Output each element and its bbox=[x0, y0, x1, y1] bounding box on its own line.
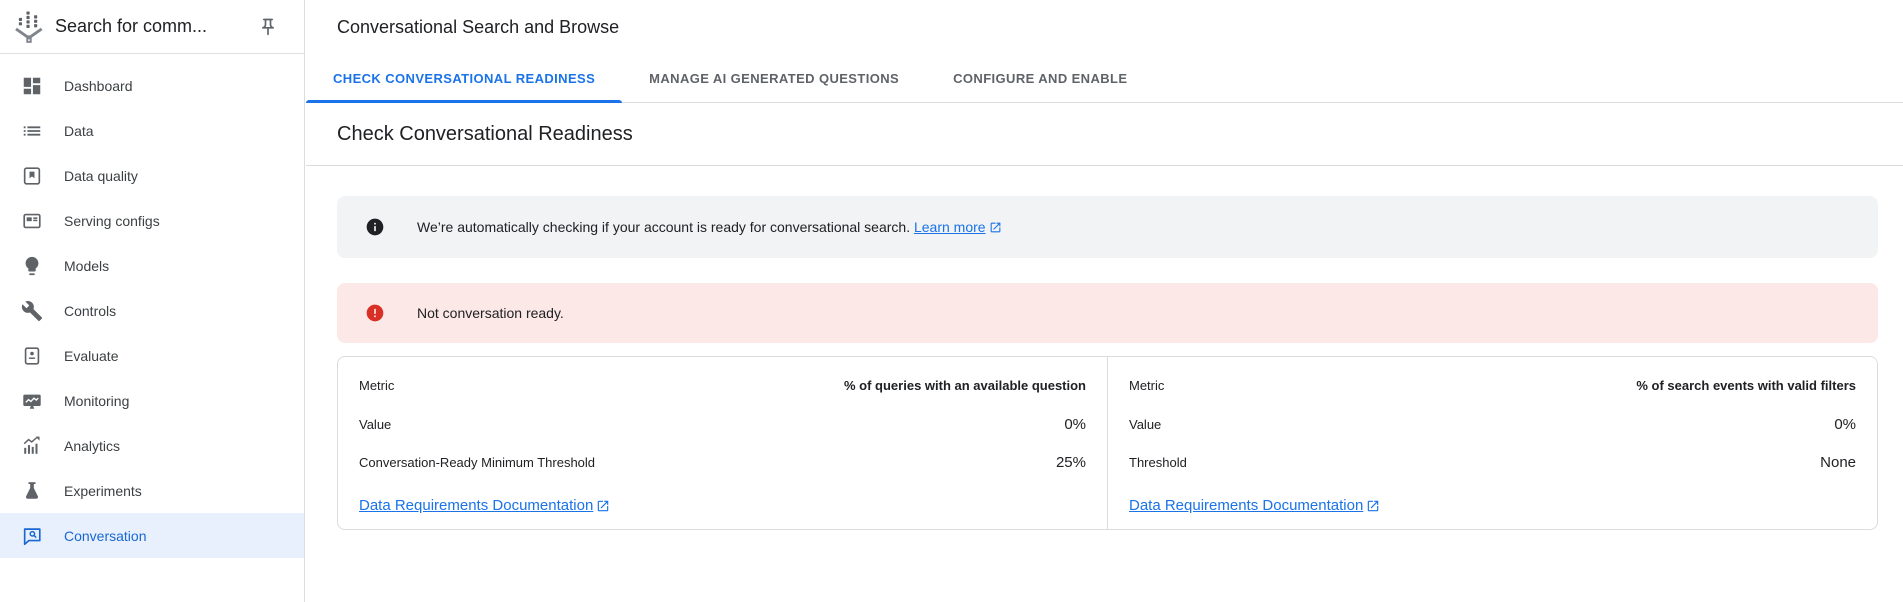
table-row: Threshold None bbox=[1129, 454, 1856, 492]
lightbulb-icon bbox=[20, 254, 44, 278]
sidebar-item-serving-configs[interactable]: Serving configs bbox=[0, 198, 304, 243]
info-banner-text: We’re automatically checking if your acc… bbox=[417, 219, 1002, 235]
info-icon bbox=[365, 217, 385, 237]
sidebar-item-experiments[interactable]: Experiments bbox=[0, 468, 304, 513]
metric-value: 0% bbox=[1834, 416, 1856, 433]
tab-check-conversational-readiness[interactable]: CHECK CONVERSATIONAL READINESS bbox=[306, 54, 622, 102]
section-heading: Check Conversational Readiness bbox=[337, 123, 633, 146]
sidebar-item-label: Conversation bbox=[64, 528, 147, 544]
data-requirements-doc-link[interactable]: Data Requirements Documentation bbox=[359, 497, 610, 514]
tab-configure-and-enable[interactable]: CONFIGURE AND ENABLE bbox=[926, 54, 1154, 102]
doc-link-label: Data Requirements Documentation bbox=[1129, 497, 1363, 514]
metric-value: 0% bbox=[1064, 416, 1086, 433]
learn-more-link[interactable]: Learn more bbox=[914, 219, 1002, 235]
sidebar-item-controls[interactable]: Controls bbox=[0, 288, 304, 333]
section-heading-row: Check Conversational Readiness bbox=[306, 103, 1903, 166]
table-row: Metric % of search events with valid fil… bbox=[1129, 378, 1856, 416]
sidebar-item-label: Serving configs bbox=[64, 213, 160, 229]
threshold-value: None bbox=[1820, 454, 1856, 471]
table-row: Value 0% bbox=[1129, 416, 1856, 454]
value-row-label: Value bbox=[359, 417, 391, 432]
open-in-new-icon bbox=[989, 221, 1002, 234]
threshold-row-label: Threshold bbox=[1129, 455, 1187, 470]
metric-panel-search-events: Metric % of search events with valid fil… bbox=[1107, 357, 1877, 529]
evaluate-card-icon bbox=[20, 344, 44, 368]
sidebar-item-conversation[interactable]: Conversation bbox=[0, 513, 304, 558]
error-banner: Not conversation ready. bbox=[337, 283, 1878, 343]
main-content: Conversational Search and Browse CHECK C… bbox=[306, 0, 1903, 602]
metric-row-label: Metric bbox=[359, 378, 394, 393]
page-title: Conversational Search and Browse bbox=[337, 17, 619, 38]
info-banner: We’re automatically checking if your acc… bbox=[337, 196, 1878, 258]
sidebar-item-label: Evaluate bbox=[64, 348, 118, 364]
threshold-value: 25% bbox=[1056, 454, 1086, 471]
sidebar-item-label: Analytics bbox=[64, 438, 120, 454]
open-in-new-icon bbox=[1366, 499, 1380, 513]
serving-configs-icon bbox=[20, 209, 44, 233]
value-row-label: Value bbox=[1129, 417, 1161, 432]
commerce-search-logo-icon bbox=[10, 8, 48, 46]
sidebar: Search for comm... Dashboard Data bbox=[0, 0, 305, 602]
data-requirements-doc-link[interactable]: Data Requirements Documentation bbox=[1129, 497, 1380, 514]
table-row: Value 0% bbox=[359, 416, 1086, 454]
sidebar-item-label: Models bbox=[64, 258, 109, 274]
error-banner-text: Not conversation ready. bbox=[417, 305, 564, 321]
doc-link-label: Data Requirements Documentation bbox=[359, 497, 593, 514]
product-name: Search for comm... bbox=[55, 16, 258, 37]
info-banner-message: We’re automatically checking if your acc… bbox=[417, 219, 910, 235]
app-window: Search for comm... Dashboard Data bbox=[0, 0, 1903, 602]
sidebar-item-evaluate[interactable]: Evaluate bbox=[0, 333, 304, 378]
learn-more-label: Learn more bbox=[914, 219, 986, 235]
monitor-chart-icon bbox=[20, 389, 44, 413]
wrench-icon bbox=[20, 299, 44, 323]
sidebar-item-monitoring[interactable]: Monitoring bbox=[0, 378, 304, 423]
flask-icon bbox=[20, 479, 44, 503]
chat-search-icon bbox=[20, 524, 44, 548]
sidebar-item-data[interactable]: Data bbox=[0, 108, 304, 153]
sidebar-item-data-quality[interactable]: Data quality bbox=[0, 153, 304, 198]
metrics-table: Metric % of queries with an available qu… bbox=[337, 356, 1878, 530]
page-header: Conversational Search and Browse bbox=[306, 0, 1903, 54]
sidebar-item-label: Experiments bbox=[64, 483, 142, 499]
badge-icon bbox=[20, 164, 44, 188]
sidebar-header: Search for comm... bbox=[0, 0, 304, 54]
threshold-row-label: Conversation-Ready Minimum Threshold bbox=[359, 455, 595, 470]
error-icon bbox=[365, 303, 385, 323]
bar-chart-trend-icon bbox=[20, 434, 44, 458]
metric-name: % of search events with valid filters bbox=[1636, 378, 1856, 393]
tab-bar: CHECK CONVERSATIONAL READINESS MANAGE AI… bbox=[306, 54, 1903, 103]
sidebar-item-dashboard[interactable]: Dashboard bbox=[0, 63, 304, 108]
metric-name: % of queries with an available question bbox=[844, 378, 1086, 393]
dashboard-icon bbox=[20, 74, 44, 98]
sidebar-item-label: Monitoring bbox=[64, 393, 129, 409]
sidebar-item-label: Dashboard bbox=[64, 78, 133, 94]
sidebar-item-analytics[interactable]: Analytics bbox=[0, 423, 304, 468]
open-in-new-icon bbox=[596, 499, 610, 513]
tab-manage-ai-generated-questions[interactable]: MANAGE AI GENERATED QUESTIONS bbox=[622, 54, 926, 102]
pin-icon[interactable] bbox=[258, 17, 278, 37]
metric-panel-queries: Metric % of queries with an available qu… bbox=[338, 357, 1107, 529]
sidebar-item-label: Data quality bbox=[64, 168, 138, 184]
readiness-content: We’re automatically checking if your acc… bbox=[306, 166, 1903, 530]
sidebar-item-models[interactable]: Models bbox=[0, 243, 304, 288]
sidebar-nav: Dashboard Data Data quality bbox=[0, 54, 304, 558]
table-row: Conversation-Ready Minimum Threshold 25% bbox=[359, 454, 1086, 492]
sidebar-item-label: Data bbox=[64, 123, 94, 139]
table-row: Metric % of queries with an available qu… bbox=[359, 378, 1086, 416]
metric-row-label: Metric bbox=[1129, 378, 1164, 393]
list-icon bbox=[20, 119, 44, 143]
sidebar-item-label: Controls bbox=[64, 303, 116, 319]
